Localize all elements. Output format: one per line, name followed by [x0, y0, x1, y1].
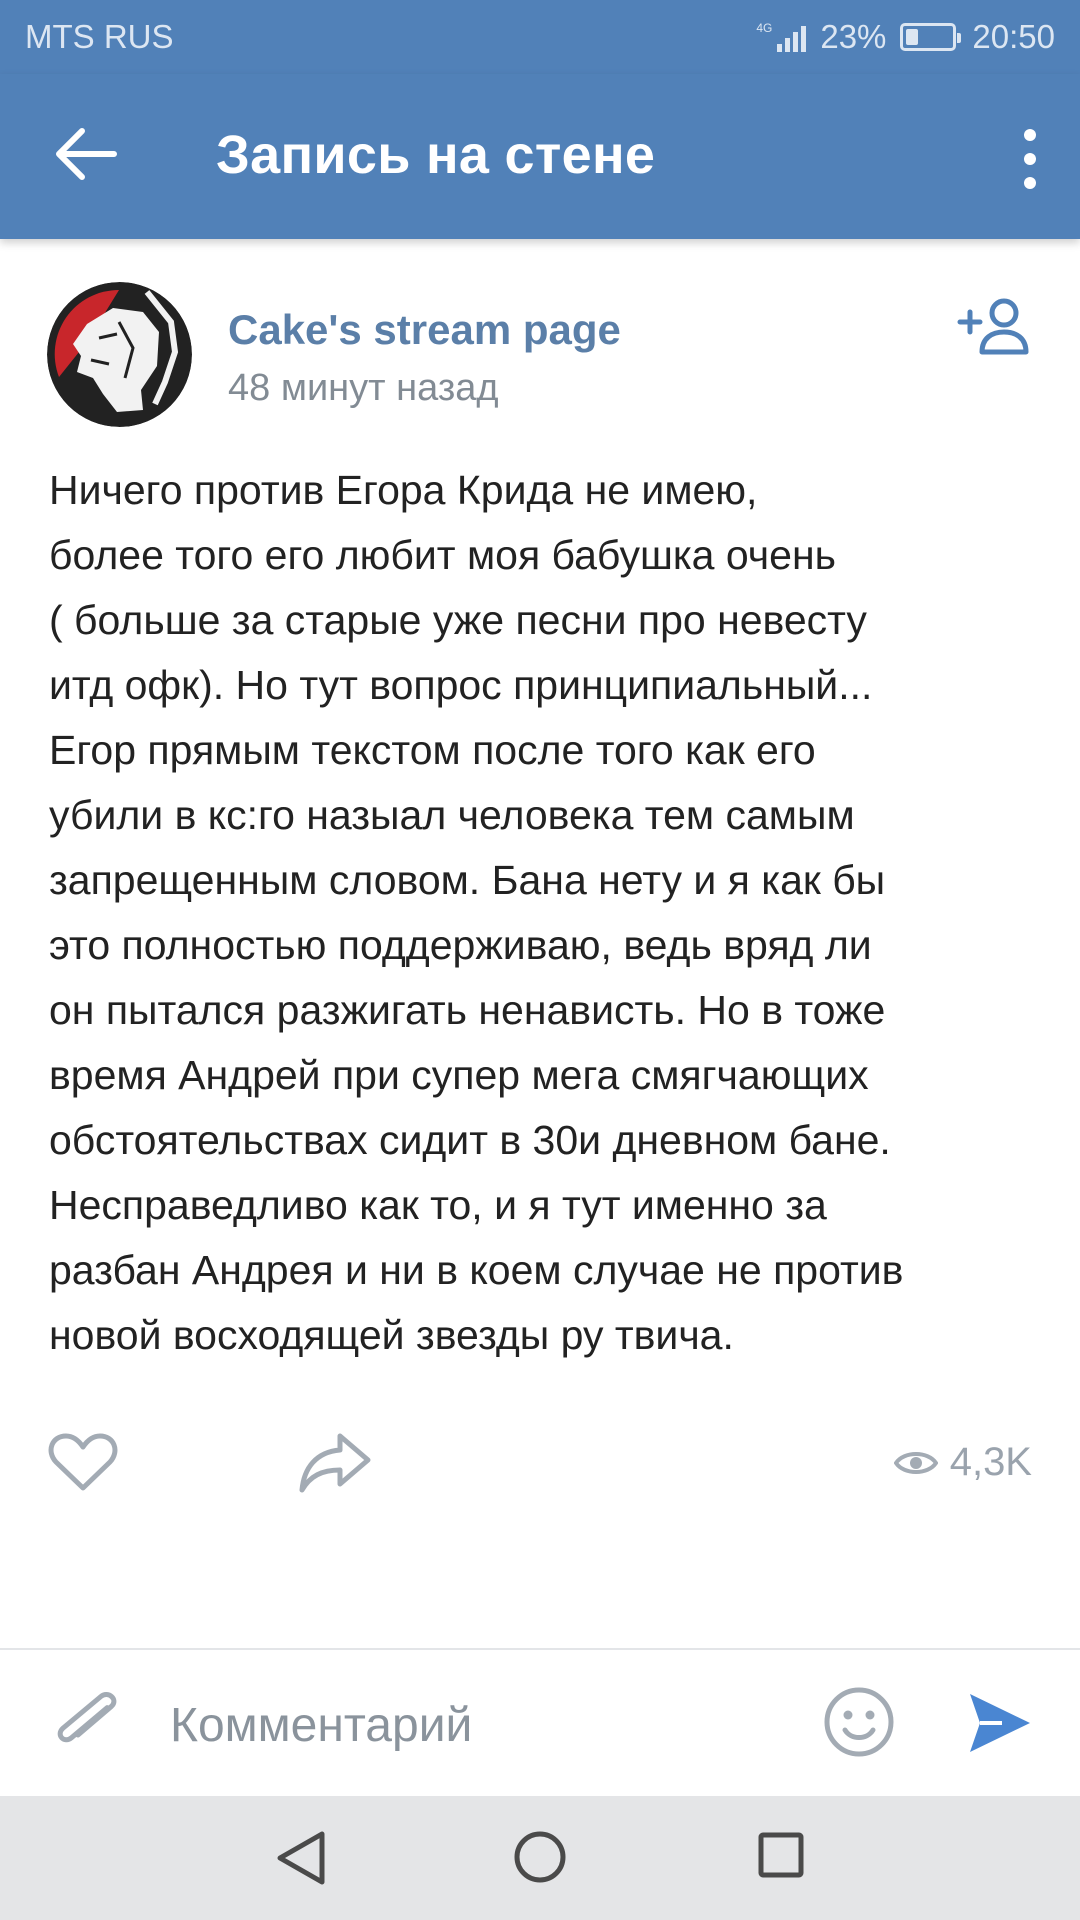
network-type: 4G [756, 21, 773, 35]
status-bar: MTS RUS 4G 23% 20:50 [0, 0, 1080, 74]
post-text-line: Ничего против Егора Крида не имею, [49, 467, 758, 513]
paperclip-icon[interactable] [52, 1686, 118, 1762]
post-text: Ничего против Егора Крида не имею, более… [49, 458, 1049, 1368]
post-text-line: новой восходящей звезды ру твича. [49, 1312, 734, 1358]
send-icon[interactable] [966, 1690, 1032, 1756]
post-text-line: время Андрей при супер мега смягчающих [49, 1052, 869, 1098]
arrow-left-icon[interactable] [52, 124, 118, 184]
post-text-line: убили в кс:го назыал человека тем самым [49, 792, 855, 838]
post-actions: 4,3K [0, 1420, 1080, 1510]
page-title: Запись на стене [216, 125, 656, 185]
smile-icon[interactable] [823, 1686, 895, 1758]
clock: 20:50 [972, 18, 1055, 55]
carrier-name: MTS RUS [25, 18, 174, 55]
nav-home-icon[interactable] [514, 1831, 566, 1883]
post-text-line: итд офк). Но тут вопрос принципиальный..… [49, 662, 873, 708]
post-text-line: он пытался разжигать ненависть. Но в тож… [49, 987, 886, 1033]
avatar[interactable] [47, 282, 192, 427]
views-count: 4,3K [949, 1440, 1032, 1484]
views-counter: 4,3K [893, 1440, 1032, 1485]
heart-icon[interactable] [48, 1432, 118, 1492]
eye-icon [893, 1451, 938, 1474]
post-text-line: более того его любит моя бабушка очень [49, 532, 836, 578]
comment-input[interactable]: Комментарий [170, 1698, 472, 1753]
post-header: Cake's stream page 48 минут назад [0, 280, 1080, 430]
post-text-line: Несправедливо как то, и я тут именно за [49, 1182, 827, 1228]
app-bar: Запись на стене [0, 74, 1080, 239]
nav-recent-icon[interactable] [758, 1832, 804, 1878]
post-text-line: ( больше за старые уже песни про невесту [49, 597, 867, 643]
author-name[interactable]: Cake's stream page [228, 306, 621, 354]
comment-bar: Комментарий [0, 1648, 1080, 1796]
share-icon[interactable] [298, 1430, 374, 1494]
more-vertical-icon[interactable] [1010, 129, 1050, 189]
post-time: 48 минут назад [228, 367, 499, 409]
post-text-line: это полностью поддерживаю, ведь вряд ли [49, 922, 872, 968]
nav-back-icon[interactable] [272, 1828, 328, 1888]
battery-icon [900, 23, 962, 51]
status-icons: 4G 23% 20:50 [756, 18, 1055, 56]
post-text-line: разбан Андрея и ни в коем случае не прот… [49, 1247, 904, 1293]
post-text-line: запрещенным словом. Бана нету и я как бы [49, 857, 886, 903]
battery-fill [906, 29, 918, 45]
add-friend-icon[interactable] [956, 296, 1032, 356]
battery-percent: 23% [820, 18, 887, 55]
system-nav-bar [0, 1796, 1080, 1920]
post-text-line: Егор прямым текстом после того как его [49, 727, 816, 773]
signal-icon: 4G [756, 21, 807, 52]
post-text-line: обстоятельствах сидит в 30и дневном бане… [49, 1117, 891, 1163]
